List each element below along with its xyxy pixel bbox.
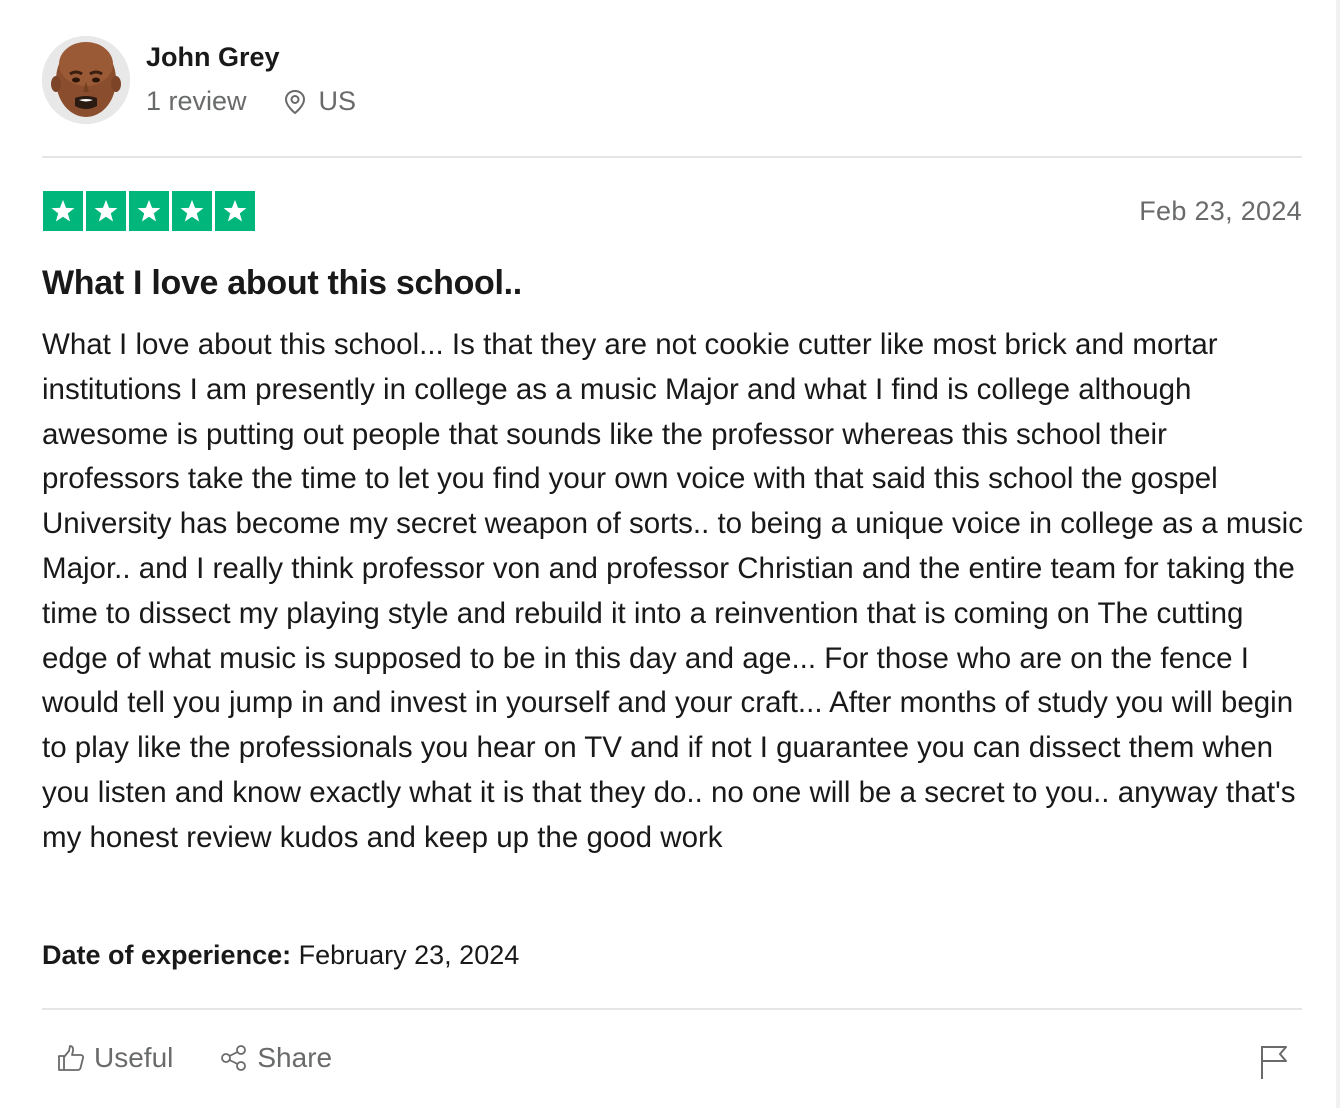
location-pin-icon bbox=[281, 88, 309, 116]
useful-label: Useful bbox=[94, 1042, 174, 1073]
thumbs-up-icon bbox=[58, 1045, 85, 1071]
review-title[interactable]: What I love about this school.. bbox=[42, 264, 522, 303]
share-button[interactable]: Share bbox=[219, 1042, 332, 1074]
star-icon bbox=[215, 191, 255, 231]
date-of-experience: Date of experience: February 23, 2024 bbox=[42, 940, 519, 971]
experience-date: February 23, 2024 bbox=[298, 940, 520, 970]
reviewer-meta: 1 review US bbox=[146, 86, 356, 117]
review-body: What I love about this school... Is that… bbox=[42, 328, 1303, 854]
star-icon bbox=[172, 191, 212, 231]
divider bbox=[42, 1008, 1302, 1010]
divider bbox=[42, 156, 1302, 158]
review-card: John Grey 1 review US Feb 23, 2024 What … bbox=[42, 0, 1303, 1108]
star-icon bbox=[43, 191, 83, 231]
share-icon bbox=[221, 1045, 247, 1071]
experience-label: Date of experience: bbox=[42, 940, 292, 970]
avatar[interactable] bbox=[42, 36, 130, 124]
review-count: 1 review bbox=[146, 86, 247, 116]
reviewer-name[interactable]: John Grey bbox=[146, 42, 280, 73]
share-label: Share bbox=[257, 1042, 333, 1073]
review-actions: Useful Share bbox=[56, 1042, 378, 1074]
star-icon bbox=[86, 191, 126, 231]
useful-button[interactable]: Useful bbox=[56, 1042, 173, 1074]
reviewer-country: US bbox=[318, 86, 357, 116]
review-date: Feb 23, 2024 bbox=[1139, 196, 1302, 226]
star-icon bbox=[129, 191, 169, 231]
reviewer-header: John Grey 1 review US bbox=[42, 36, 642, 128]
star-rating bbox=[43, 191, 255, 231]
flag-icon[interactable] bbox=[1258, 1044, 1290, 1080]
scrollbar[interactable] bbox=[1336, 0, 1340, 1108]
